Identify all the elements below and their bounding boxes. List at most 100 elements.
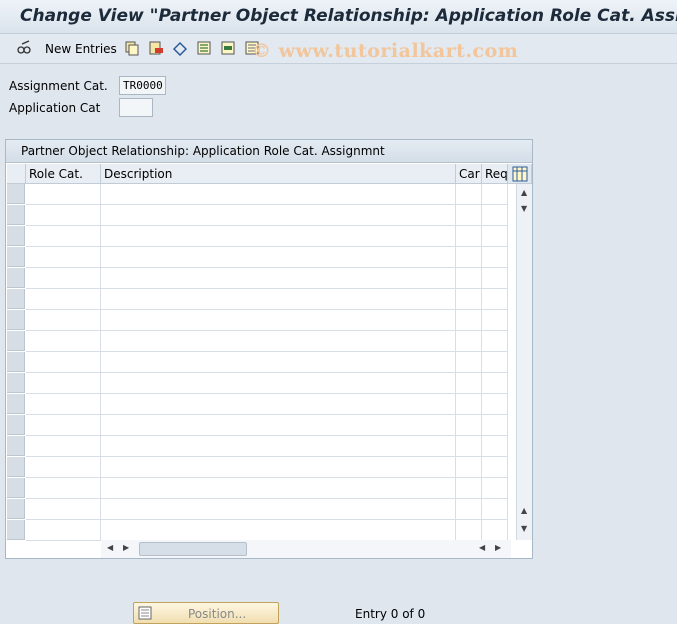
scroll-bottom-icon[interactable]: ▼: [521, 524, 527, 533]
table-cell[interactable]: [26, 394, 101, 415]
scroll-left-end-icon[interactable]: ◀: [479, 543, 485, 552]
row-selector[interactable]: [7, 310, 25, 330]
row-selector[interactable]: [7, 247, 25, 267]
select-block-icon[interactable]: [220, 40, 236, 56]
table-cell[interactable]: [101, 394, 456, 415]
row-selector[interactable]: [7, 499, 25, 519]
table-cell[interactable]: [482, 478, 508, 499]
row-selector[interactable]: [7, 352, 25, 372]
table-cell[interactable]: [482, 520, 508, 541]
column-header-car[interactable]: Car: [456, 164, 482, 184]
table-cell[interactable]: [456, 289, 482, 310]
table-cell[interactable]: [456, 184, 482, 205]
table-cell[interactable]: [26, 436, 101, 457]
scroll-top-icon[interactable]: ▲: [521, 188, 527, 197]
table-cell[interactable]: [482, 436, 508, 457]
table-cell[interactable]: [456, 394, 482, 415]
table-cell[interactable]: [482, 352, 508, 373]
table-cell[interactable]: [101, 205, 456, 226]
table-cell[interactable]: [101, 289, 456, 310]
row-selector[interactable]: [7, 226, 25, 246]
column-header-role-cat[interactable]: Role Cat.: [26, 164, 101, 184]
table-cell[interactable]: [26, 478, 101, 499]
table-cell[interactable]: [482, 310, 508, 331]
table-cell[interactable]: [456, 457, 482, 478]
table-cell[interactable]: [456, 352, 482, 373]
table-cell[interactable]: [26, 205, 101, 226]
table-cell[interactable]: [26, 415, 101, 436]
scroll-thumb[interactable]: [139, 542, 247, 556]
table-cell[interactable]: [101, 226, 456, 247]
table-cell[interactable]: [101, 184, 456, 205]
table-cell[interactable]: [456, 478, 482, 499]
table-cell[interactable]: [26, 373, 101, 394]
scroll-right-icon[interactable]: ▶: [123, 543, 129, 552]
row-selector[interactable]: [7, 478, 25, 498]
table-cell[interactable]: [456, 373, 482, 394]
select-all-rows-button[interactable]: [7, 164, 26, 184]
table-cell[interactable]: [101, 247, 456, 268]
scroll-left-icon[interactable]: ◀: [107, 543, 113, 552]
table-cell[interactable]: [26, 268, 101, 289]
table-cell[interactable]: [456, 520, 482, 541]
column-header-req[interactable]: Req: [482, 164, 508, 184]
table-cell[interactable]: [456, 247, 482, 268]
row-selector[interactable]: [7, 205, 25, 225]
scroll-up-icon[interactable]: ▼: [521, 204, 527, 213]
undo-icon[interactable]: [172, 40, 188, 56]
table-cell[interactable]: [101, 310, 456, 331]
table-cell[interactable]: [26, 331, 101, 352]
table-cell[interactable]: [101, 520, 456, 541]
table-cell[interactable]: [101, 352, 456, 373]
table-cell[interactable]: [456, 226, 482, 247]
table-cell[interactable]: [482, 268, 508, 289]
table-cell[interactable]: [482, 499, 508, 520]
pencil-glasses-icon[interactable]: [16, 40, 32, 56]
table-cell[interactable]: [482, 415, 508, 436]
copy-icon[interactable]: [124, 40, 140, 56]
row-selector[interactable]: [7, 520, 25, 540]
row-selector[interactable]: [7, 184, 25, 204]
delete-icon[interactable]: [148, 40, 164, 56]
table-cell[interactable]: [26, 499, 101, 520]
table-cell[interactable]: [482, 394, 508, 415]
table-cell[interactable]: [482, 226, 508, 247]
row-selector[interactable]: [7, 268, 25, 288]
vertical-scrollbar[interactable]: ▲ ▼ ▲ ▼: [516, 184, 532, 540]
table-cell[interactable]: [26, 352, 101, 373]
table-cell[interactable]: [26, 310, 101, 331]
table-cell[interactable]: [482, 247, 508, 268]
table-cell[interactable]: [26, 520, 101, 541]
scroll-down-icon[interactable]: ▲: [521, 506, 527, 515]
table-cell[interactable]: [456, 205, 482, 226]
table-cell[interactable]: [26, 457, 101, 478]
table-cell[interactable]: [101, 268, 456, 289]
new-entries-button[interactable]: New Entries: [45, 42, 117, 56]
table-cell[interactable]: [101, 478, 456, 499]
table-cell[interactable]: [26, 226, 101, 247]
table-cell[interactable]: [482, 184, 508, 205]
table-cell[interactable]: [26, 289, 101, 310]
table-cell[interactable]: [456, 499, 482, 520]
application-cat-field[interactable]: [119, 98, 153, 117]
table-cell[interactable]: [456, 331, 482, 352]
row-selector[interactable]: [7, 436, 25, 456]
table-cell[interactable]: [101, 331, 456, 352]
table-cell[interactable]: [101, 415, 456, 436]
column-header-description[interactable]: Description: [101, 164, 456, 184]
scroll-right-end-icon[interactable]: ▶: [495, 543, 501, 552]
position-button[interactable]: Position...: [133, 602, 279, 624]
table-cell[interactable]: [456, 436, 482, 457]
row-selector[interactable]: [7, 373, 25, 393]
table-cell[interactable]: [482, 289, 508, 310]
select-all-icon[interactable]: [196, 40, 212, 56]
assignment-cat-field[interactable]: TR0000: [119, 76, 166, 95]
row-selector[interactable]: [7, 289, 25, 309]
row-selector[interactable]: [7, 457, 25, 477]
table-cell[interactable]: [456, 310, 482, 331]
horizontal-scrollbar[interactable]: ◀ ▶ ◀ ▶: [101, 540, 511, 558]
row-selector[interactable]: [7, 331, 25, 351]
row-selector[interactable]: [7, 394, 25, 414]
table-settings-icon[interactable]: [508, 164, 532, 184]
table-cell[interactable]: [482, 205, 508, 226]
